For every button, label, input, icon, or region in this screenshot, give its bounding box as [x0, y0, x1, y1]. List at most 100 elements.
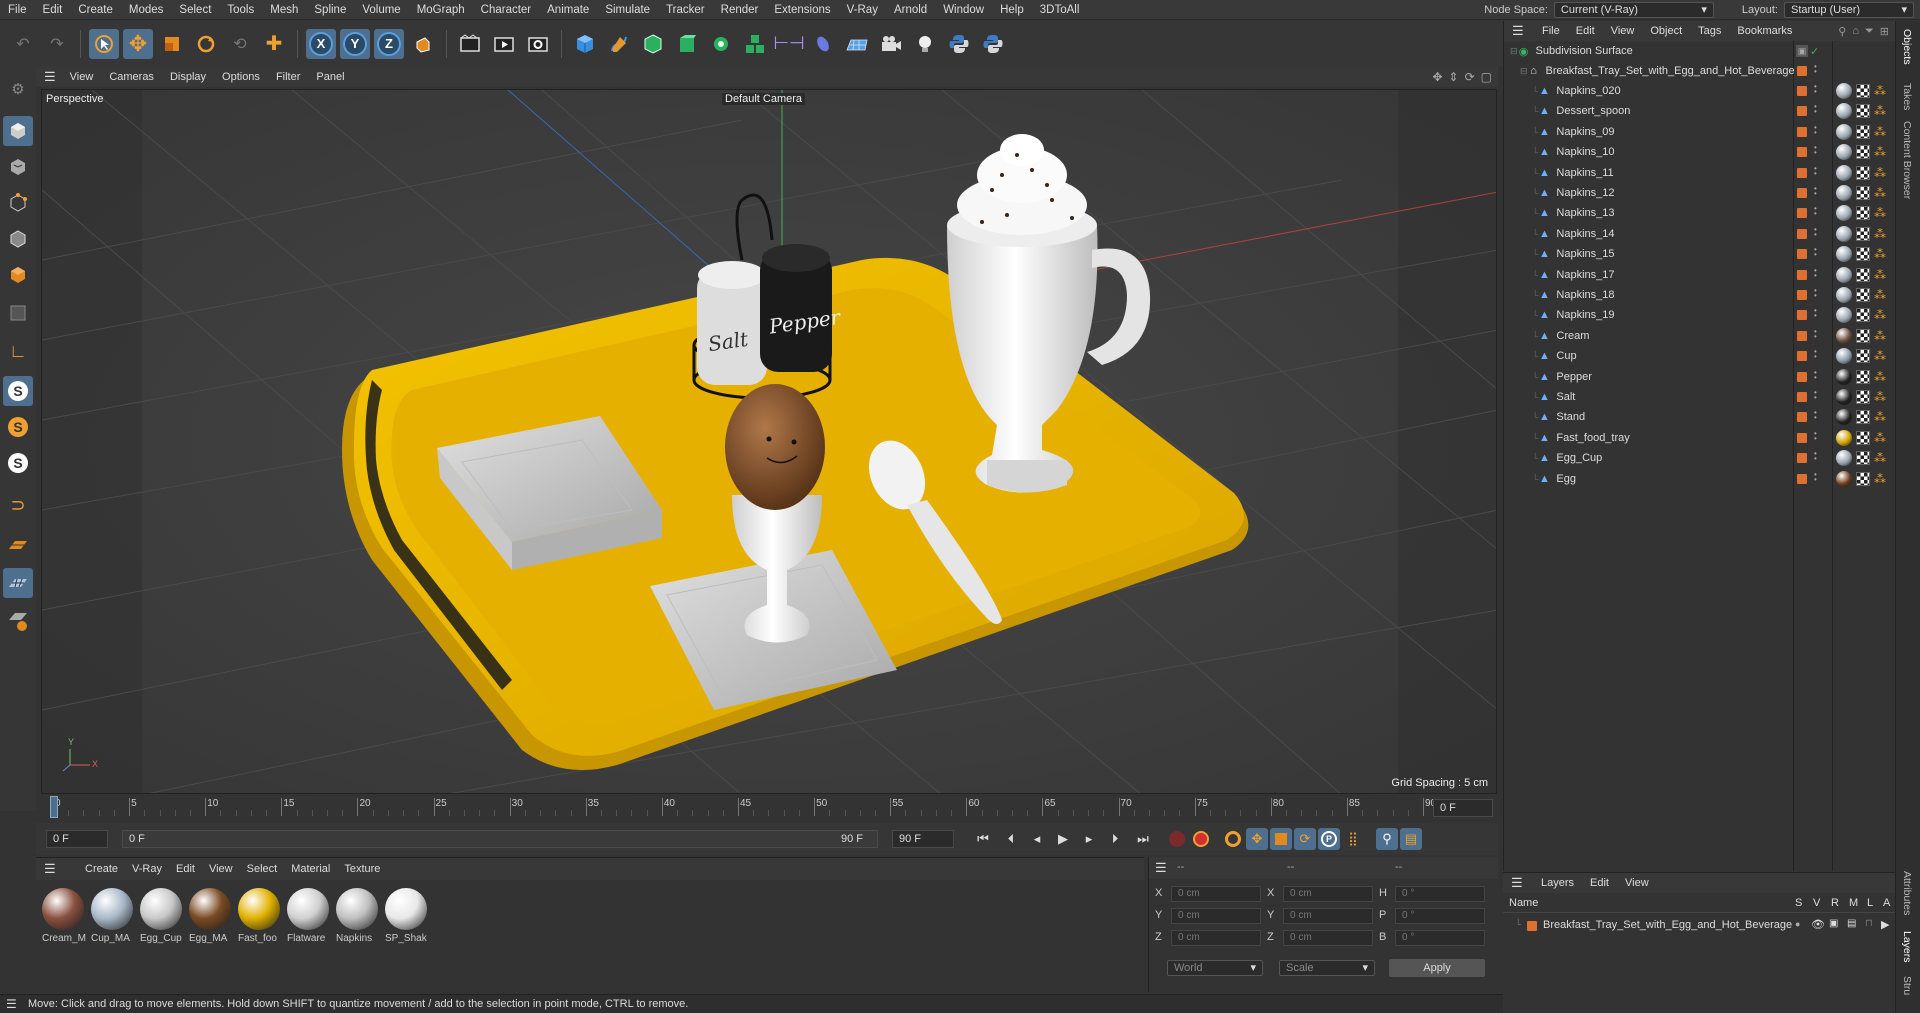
object-menu-file[interactable]: File — [1534, 25, 1568, 37]
vray-tag-icon[interactable]: ⁂ — [1874, 247, 1886, 261]
texture-tag-icon[interactable] — [1856, 165, 1870, 180]
lock-workplane-icon[interactable] — [3, 606, 33, 636]
start-frame-field[interactable]: 0 F — [46, 830, 108, 848]
end-frame-field[interactable]: 90 F — [892, 830, 954, 848]
layer-color-swatch[interactable] — [1797, 432, 1807, 443]
vray-tag-icon[interactable]: ⁂ — [1874, 227, 1886, 241]
layer-color-swatch[interactable] — [1797, 330, 1807, 341]
material-menu-view[interactable]: View — [202, 863, 240, 875]
texture-tag-icon[interactable] — [1856, 84, 1870, 98]
menu-select[interactable]: Select — [171, 0, 219, 20]
material-tag-icon[interactable] — [1836, 409, 1852, 426]
material-tag-icon[interactable] — [1836, 83, 1852, 99]
material-tag-icon[interactable] — [1836, 348, 1852, 365]
frame-range-slider[interactable]: 0 F 90 F — [122, 830, 878, 848]
material-menu-edit[interactable]: Edit — [169, 863, 202, 875]
layer-color-swatch[interactable] — [1797, 453, 1807, 464]
autokey-icon[interactable] — [1190, 828, 1212, 850]
material-swatch[interactable]: Fast_foo — [238, 888, 282, 948]
object-row[interactable]: └ ▲ Napkins_020 • • ⁂ — [1504, 81, 1896, 101]
key-rotation-icon[interactable]: ⟳ — [1294, 828, 1316, 850]
visibility-dots-icon[interactable]: • • — [1814, 287, 1817, 302]
pen-spline-icon[interactable] — [604, 29, 634, 59]
object-row[interactable]: └ ▲ Napkins_11 • • ⁂ — [1504, 163, 1896, 183]
vray-tag-icon[interactable]: ⁂ — [1874, 451, 1886, 465]
viewport-menu-display[interactable]: Display — [162, 71, 214, 83]
play-icon[interactable]: ▶ — [1052, 828, 1074, 850]
visibility-dots-icon[interactable]: • • — [1814, 123, 1817, 139]
object-row[interactable]: └ ▲ Dessert_spoon • • ⁂ — [1504, 101, 1896, 121]
visibility-dots-icon[interactable]: • • — [1814, 164, 1817, 180]
light-icon[interactable] — [910, 29, 940, 59]
material-tag-icon[interactable] — [1836, 225, 1852, 242]
menu-create[interactable]: Create — [70, 0, 121, 20]
material-swatch[interactable]: Cream_M — [42, 888, 86, 948]
go-to-end-icon[interactable]: ⏭ — [1132, 828, 1154, 850]
object-row[interactable]: └ ▲ Napkins_14 • • ⁂ — [1504, 224, 1896, 244]
timeline-icon[interactable]: ▤ — [1400, 828, 1422, 850]
move-view-icon[interactable]: ⇕ — [1449, 70, 1459, 84]
object-row[interactable]: └ ▲ Napkins_18 • • ⁂ — [1504, 285, 1896, 305]
material-tag-icon[interactable] — [1836, 185, 1852, 201]
layer-color-swatch[interactable] — [1797, 351, 1807, 362]
layer-color-swatch[interactable] — [1797, 412, 1807, 423]
menu-modes[interactable]: Modes — [121, 0, 172, 20]
next-key-icon[interactable]: ⏵ — [1104, 828, 1126, 850]
visibility-dots-icon[interactable]: • • — [1814, 450, 1817, 465]
layer-color-swatch[interactable] — [1797, 126, 1807, 137]
axis-mode-icon[interactable]: ∟ — [3, 336, 33, 366]
vray-tag-icon[interactable]: ⁂ — [1874, 104, 1886, 118]
visibility-dots-icon[interactable]: • • — [1814, 205, 1817, 220]
visibility-dots-icon[interactable]: • • — [1814, 63, 1817, 78]
layer-color-swatch[interactable] — [1797, 147, 1807, 158]
texture-tag-icon[interactable] — [1856, 186, 1870, 200]
polygon-mode-icon[interactable] — [3, 260, 33, 290]
playhead[interactable] — [50, 796, 58, 818]
layer-color-swatch[interactable] — [1797, 290, 1807, 300]
live-selection-icon[interactable]: ⟲ — [225, 29, 255, 59]
material-tag-icon[interactable] — [1836, 429, 1852, 446]
redo-icon[interactable]: ↷ — [42, 29, 72, 59]
material-tag-icon[interactable] — [1836, 123, 1852, 140]
add-icon[interactable]: ⊞ — [1880, 25, 1889, 38]
layer-color-swatch[interactable] — [1797, 208, 1807, 219]
material-menu-material[interactable]: Material — [284, 863, 337, 875]
layer-color-swatch[interactable] — [1797, 188, 1807, 198]
menu-extensions[interactable]: Extensions — [766, 0, 838, 20]
visibility-dots-icon[interactable]: • • — [1814, 103, 1817, 118]
material-swatch[interactable]: Egg_MA — [189, 888, 233, 948]
visibility-dots-icon[interactable]: • • — [1814, 389, 1817, 404]
object-row[interactable]: └ ▲ Napkins_12 • • ⁂ — [1504, 183, 1896, 203]
layer-color-swatch[interactable] — [1797, 310, 1807, 321]
material-swatch[interactable]: Cup_MA — [91, 888, 135, 948]
object-row-subdivision[interactable]: ⊟ ◉ Subdivision Surface ▣ ✓ — [1504, 41, 1896, 61]
layer-color-swatch[interactable] — [1797, 106, 1807, 117]
node-space-select[interactable]: Current (V-Ray) ▾ — [1553, 1, 1714, 18]
render-settings-icon[interactable] — [523, 29, 553, 59]
visibility-dots-icon[interactable]: • • — [1814, 368, 1817, 384]
move-tool-icon[interactable]: ✥ — [123, 28, 153, 59]
layer-color-swatch[interactable] — [1797, 249, 1807, 260]
collapse-icon[interactable]: ⊟ — [1510, 46, 1518, 57]
vray-tag-icon[interactable]: ⁂ — [1874, 308, 1886, 322]
object-row[interactable]: └ ▲ Napkins_15 • • ⁂ — [1504, 244, 1896, 264]
object-menu-edit[interactable]: Edit — [1568, 25, 1603, 37]
texture-tag-icon[interactable] — [1856, 308, 1870, 323]
model-mode-icon[interactable] — [3, 116, 33, 146]
z-axis-toggle[interactable]: Z — [374, 28, 404, 59]
grid-icon[interactable] — [3, 568, 33, 598]
vray-tag-icon[interactable]: ⁂ — [1874, 186, 1886, 200]
object-row[interactable]: └ ▲ Fast_food_tray • • ⁂ — [1504, 428, 1896, 448]
material-menu-select[interactable]: Select — [240, 863, 285, 875]
visibility-dots-icon[interactable]: • • — [1814, 225, 1817, 241]
object-menu-object[interactable]: Object — [1642, 25, 1690, 37]
tab-takes[interactable]: Takes — [1901, 83, 1913, 110]
manager-icon[interactable]: ▤ — [1847, 918, 1856, 929]
texture-mode-icon[interactable] — [3, 152, 33, 182]
menu-tracker[interactable]: Tracker — [658, 0, 713, 20]
undo-icon[interactable]: ↶ — [8, 29, 38, 59]
motion-mode-icon[interactable]: ⚲ — [1376, 828, 1398, 850]
material-tag-icon[interactable] — [1836, 368, 1852, 385]
texture-tag-icon[interactable] — [1856, 247, 1870, 262]
texture-tag-icon[interactable] — [1856, 145, 1870, 160]
